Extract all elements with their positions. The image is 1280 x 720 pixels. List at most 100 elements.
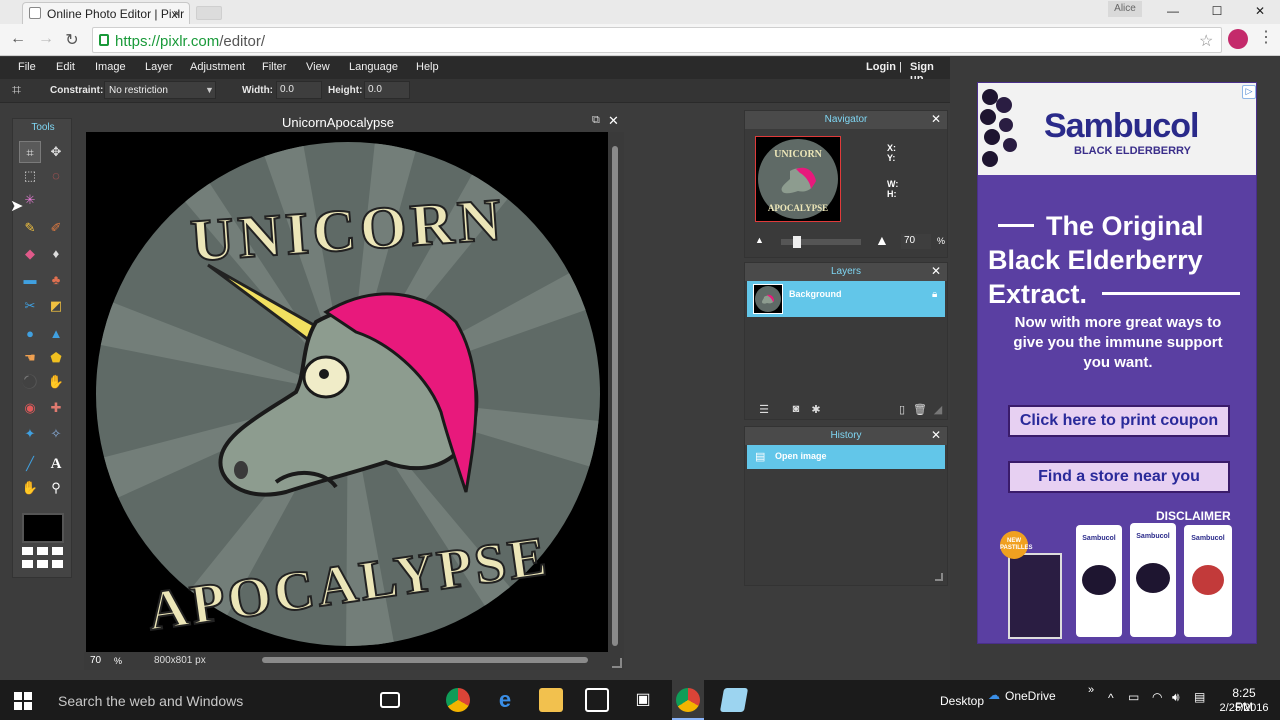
media-app-icon[interactable]: ▣: [631, 688, 655, 712]
grid-view-toggle[interactable]: [22, 547, 64, 573]
type-tool-button[interactable]: A: [45, 453, 67, 475]
menu-view[interactable]: View: [306, 61, 330, 73]
zoom-slider[interactable]: [781, 236, 861, 248]
browser-menu-icon[interactable]: ⋮: [1258, 27, 1274, 47]
lock-icon[interactable]: 🔒︎: [932, 289, 937, 300]
find-store-button[interactable]: Find a store near you: [1008, 461, 1230, 493]
advertisement-banner[interactable]: Sambucol BLACK ELDERBERRY ▷ The Original…: [977, 82, 1257, 644]
resize-grip-icon[interactable]: [612, 658, 622, 668]
layer-row[interactable]: Background 🔒︎: [747, 281, 945, 317]
dodge-tool-button[interactable]: ⚫: [19, 371, 41, 393]
redeye-tool-button[interactable]: ◉: [19, 397, 41, 419]
menu-language[interactable]: Language: [349, 61, 398, 73]
lasso-tool-button[interactable]: ◌: [45, 165, 67, 187]
sponge-tool-button[interactable]: ⬟: [45, 347, 67, 369]
notes-app-icon[interactable]: [719, 688, 749, 712]
adchoices-icon[interactable]: ▷: [1242, 85, 1256, 99]
expand-tray-icon[interactable]: »: [1088, 684, 1094, 696]
file-explorer-icon[interactable]: [539, 688, 563, 712]
tab-close-icon[interactable]: ×: [173, 6, 181, 21]
width-field[interactable]: 0.0: [276, 81, 322, 99]
constraint-select[interactable]: No restriction ▼: [104, 81, 216, 99]
image-canvas[interactable]: UNICORN APOCALYPSE: [86, 132, 608, 652]
back-arrow-icon[interactable]: ←: [8, 30, 28, 48]
brush-tool-button[interactable]: ✐: [45, 217, 67, 239]
print-coupon-button[interactable]: Click here to print coupon: [1008, 405, 1230, 437]
burn-tool-button[interactable]: ✋: [45, 371, 67, 393]
extension-icon[interactable]: [1228, 29, 1248, 49]
chrome-icon[interactable]: [446, 688, 470, 712]
bucket-tool-button[interactable]: ♦: [45, 243, 67, 265]
zoom-in-mountain-icon[interactable]: ▲: [875, 232, 889, 248]
minimize-window-button[interactable]: —: [1158, 2, 1188, 20]
move-tool-button[interactable]: ✥: [45, 141, 67, 163]
desktop-toolbar-label[interactable]: Desktop: [940, 694, 984, 708]
colorreplace-tool-button[interactable]: ✂: [19, 295, 41, 317]
reload-icon[interactable]: ↻: [62, 30, 82, 50]
layer-mask-icon[interactable]: ◙: [789, 403, 803, 415]
active-chrome-task[interactable]: [672, 680, 704, 720]
navigator-thumbnail[interactable]: UNICORN APOCALYPSE: [755, 136, 841, 222]
height-field[interactable]: 0.0: [364, 81, 410, 99]
vertical-scroll-thumb[interactable]: [612, 146, 618, 646]
forward-arrow-icon[interactable]: →: [36, 30, 56, 48]
history-item[interactable]: ▤ Open image: [747, 445, 945, 469]
horizontal-scroll-thumb[interactable]: [262, 657, 588, 663]
spot-heal-tool-button[interactable]: ✚: [45, 397, 67, 419]
maximize-window-button[interactable]: ☐: [1202, 2, 1232, 20]
taskbar-search-box[interactable]: Search the web and Windows: [58, 693, 243, 709]
address-bar[interactable]: https://pixlr.com/editor/ ☆: [92, 27, 1222, 53]
chevron-up-icon[interactable]: ^: [1108, 691, 1114, 705]
menu-file[interactable]: File: [18, 61, 36, 73]
zoom-input[interactable]: 70: [90, 655, 101, 666]
layer-styles-icon[interactable]: ✱: [809, 403, 823, 416]
clock-date[interactable]: 2/25/2016: [1212, 702, 1276, 714]
drawing-tool-button[interactable]: ◩: [45, 295, 67, 317]
menu-layer[interactable]: Layer: [145, 61, 173, 73]
close-icon[interactable]: ✕: [931, 112, 941, 126]
pencil-tool-button[interactable]: ✎: [19, 217, 41, 239]
edge-icon[interactable]: e: [493, 688, 517, 712]
wifi-icon[interactable]: ◠: [1152, 690, 1162, 704]
browser-tab[interactable]: Online Photo Editor | Pixlr ×: [22, 2, 190, 24]
bloat-tool-button[interactable]: ✦: [19, 423, 41, 445]
hand-tool-button[interactable]: ✋: [19, 477, 41, 499]
close-window-button[interactable]: ✕: [1245, 2, 1275, 20]
menu-filter[interactable]: Filter: [262, 61, 286, 73]
horizontal-scrollbar[interactable]: [252, 656, 604, 664]
zoom-slider-thumb[interactable]: [793, 236, 801, 248]
task-view-icon[interactable]: [380, 692, 400, 708]
marquee-tool-button[interactable]: ⬚: [19, 165, 41, 187]
close-icon[interactable]: ✕: [931, 428, 941, 442]
close-icon[interactable]: ✕: [931, 264, 941, 278]
volume-icon[interactable]: 🔊︎: [1172, 690, 1180, 705]
sharpen-tool-button[interactable]: ▲: [45, 323, 67, 345]
layer-settings-icon[interactable]: ☰: [757, 403, 771, 416]
new-layer-icon[interactable]: ▯: [895, 403, 909, 416]
document-titlebar[interactable]: UnicornApocalypse ⧉ ✕: [84, 112, 624, 132]
resize-grip-icon[interactable]: ◢: [931, 403, 945, 416]
login-link[interactable]: Login: [866, 61, 896, 73]
clone-tool-button[interactable]: ♣: [45, 269, 67, 291]
menu-image[interactable]: Image: [95, 61, 126, 73]
vertical-scrollbar[interactable]: [608, 132, 624, 654]
navigator-zoom-input[interactable]: 70: [901, 234, 931, 249]
zoom-out-mountain-icon[interactable]: ▲: [755, 235, 764, 245]
crop-tool-button[interactable]: ⌗: [19, 141, 41, 163]
blur-tool-button[interactable]: ●: [19, 323, 41, 345]
windows-start-icon[interactable]: [14, 692, 32, 710]
gradient-tool-button[interactable]: ▬: [19, 269, 41, 291]
trash-icon[interactable]: 🗑︎: [913, 403, 927, 416]
foreground-color-swatch[interactable]: [22, 513, 64, 543]
menu-help[interactable]: Help: [416, 61, 439, 73]
battery-icon[interactable]: ▭: [1128, 690, 1139, 704]
notifications-icon[interactable]: ▤: [1194, 690, 1205, 704]
store-icon[interactable]: [585, 688, 609, 712]
maximize-icon[interactable]: ⧉: [592, 114, 600, 127]
onedrive-label[interactable]: OneDrive: [1005, 689, 1056, 703]
pinch-tool-button[interactable]: ✧: [45, 423, 67, 445]
zoom-tool-button[interactable]: ⚲: [45, 477, 67, 499]
profile-name-badge[interactable]: Alice: [1108, 1, 1142, 17]
bookmark-star-icon[interactable]: ☆: [1199, 31, 1213, 51]
smudge-tool-button[interactable]: ☚: [19, 347, 41, 369]
